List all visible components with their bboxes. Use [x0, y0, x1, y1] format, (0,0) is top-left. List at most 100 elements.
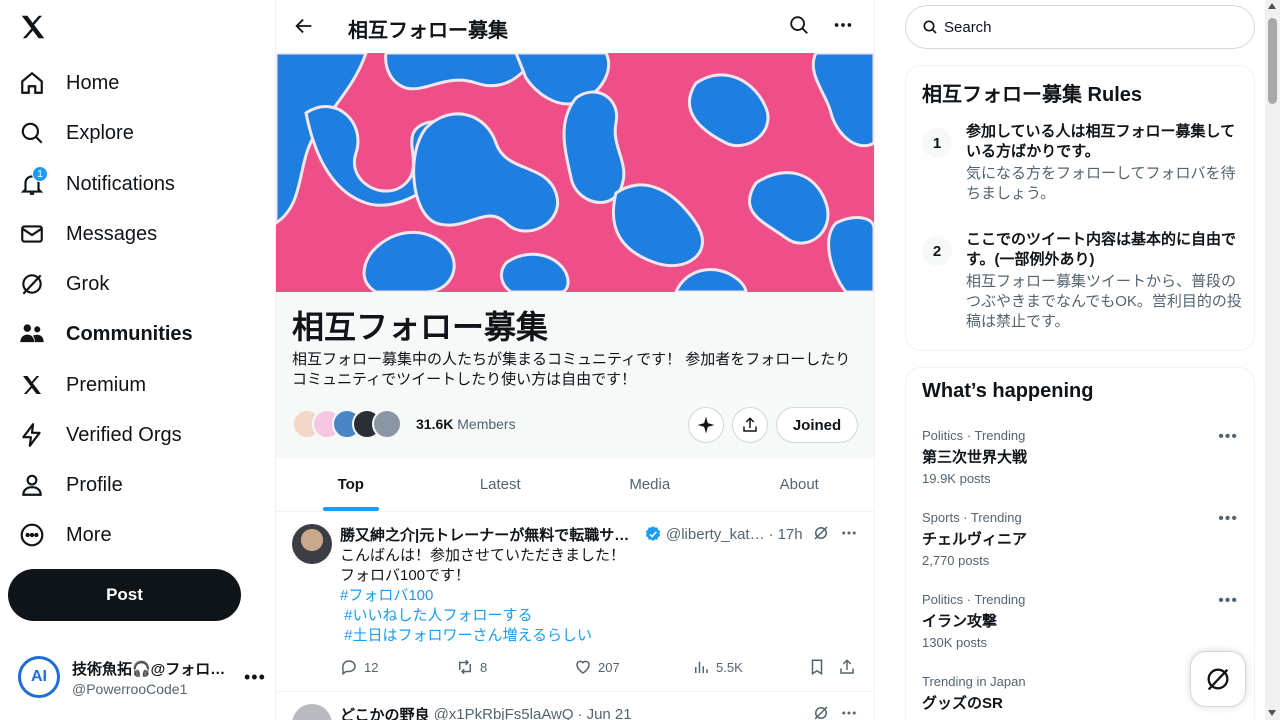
scrollbar[interactable] — [1265, 0, 1280, 720]
nav-grok-label: Grok — [66, 272, 110, 295]
lightning-icon — [18, 421, 46, 449]
left-sidebar: Home Explore 1 Notifications Messages Gr… — [0, 0, 276, 720]
tab-top[interactable]: Top — [276, 458, 426, 511]
nav-more[interactable]: More — [18, 512, 112, 558]
nav-explore-label: Explore — [66, 121, 134, 144]
rule-item: 1 参加している人は相互フォロー募集している方ばかりです。 気になる方をフォロー… — [922, 123, 1242, 228]
tweet-author-name[interactable]: どこかの野良 — [340, 704, 430, 720]
nav-notifications[interactable]: 1 Notifications — [18, 161, 175, 207]
hashtag-link[interactable]: #いいねした人フォローする — [340, 606, 860, 626]
trend-item[interactable]: Politics · Trending 第三次世界大戦 19.9K posts … — [922, 428, 1242, 486]
search-icon[interactable] — [788, 14, 810, 41]
bookmark-icon — [811, 659, 823, 676]
grok-summary-button[interactable] — [688, 407, 724, 443]
heart-icon — [576, 660, 590, 674]
nav-home[interactable]: Home — [18, 60, 119, 106]
tweet[interactable]: どこかの野良 @x1PkRbjFs5laAwQ · Jun 21 — [276, 692, 874, 720]
tweet-time[interactable]: Jun 21 — [587, 706, 632, 720]
trend-context: Politics · Trending — [922, 592, 1026, 607]
search-input[interactable] — [944, 18, 1224, 36]
more-horizontal-icon[interactable]: ••• — [1218, 510, 1238, 528]
grok-icon[interactable] — [812, 524, 830, 547]
tab-latest[interactable]: Latest — [426, 458, 576, 511]
trend-name: イラン攻撃 — [922, 613, 998, 630]
x-logo-icon[interactable] — [18, 12, 50, 44]
scroll-up-arrow-icon[interactable] — [1268, 3, 1276, 9]
avatar[interactable] — [292, 704, 332, 720]
community-banner — [276, 53, 874, 292]
share-button[interactable] — [732, 407, 768, 443]
tweet-time[interactable]: 17h — [778, 526, 803, 543]
joined-button[interactable]: Joined — [776, 407, 858, 443]
community-name: 相互フォロー募集 — [292, 309, 549, 345]
scrollbar-thumb[interactable] — [1268, 18, 1277, 104]
more-horizontal-icon[interactable] — [840, 524, 858, 547]
hashtag-link[interactable]: #フォロバ100 — [340, 586, 860, 606]
header: 相互フォロー募集 — [276, 0, 874, 53]
members-summary[interactable]: 31.6K Members — [292, 408, 516, 440]
scroll-down-arrow-icon[interactable] — [1268, 710, 1276, 716]
trend-item[interactable]: Sports · Trending チェルヴィニア 2,770 posts ••… — [922, 510, 1242, 568]
rule-title: 参加している人は相互フォロー募集している方ばかりです。 — [966, 123, 1236, 160]
verified-badge-icon — [645, 526, 661, 541]
person-icon — [18, 471, 46, 499]
search-icon — [18, 119, 46, 147]
tweet-author-handle[interactable]: @x1PkRbjFs5laAwQ — [434, 706, 574, 720]
nav-more-label: More — [66, 523, 112, 546]
more-horizontal-icon: ••• — [244, 666, 266, 687]
member-avatar — [372, 409, 402, 439]
avatar[interactable] — [292, 524, 332, 564]
trend-count: 19.9K posts — [922, 471, 991, 486]
grok-floating-button[interactable] — [1190, 651, 1246, 707]
rule-description: 気になる方をフォローしてフォロバを待ちましょう。 — [966, 165, 1236, 202]
search-box[interactable] — [905, 5, 1255, 49]
nav-messages[interactable]: Messages — [18, 211, 157, 257]
tweet[interactable]: 勝又紳之介|元トレーナーが無料で転職サポ… @liberty_kat… · 17… — [276, 512, 874, 692]
grok-icon[interactable] — [812, 704, 830, 720]
nav-grok[interactable]: Grok — [18, 261, 109, 307]
more-horizontal-icon[interactable]: ••• — [1218, 592, 1238, 610]
retweet-icon — [459, 659, 471, 675]
separator-dot: · — [768, 525, 774, 543]
share-button[interactable] — [838, 658, 856, 676]
rules-card: 相互フォロー募集 Rules 1 参加している人は相互フォロー募集している方ばか… — [905, 65, 1255, 351]
nav-explore[interactable]: Explore — [18, 110, 134, 156]
rule-item: 2 ここでのツイート内容は基本的に自由です。(一部例外あり) 相互フォロー募集ツ… — [922, 231, 1242, 346]
x-logo-icon — [18, 371, 46, 399]
nav-communities[interactable]: Communities — [18, 311, 193, 357]
tab-media[interactable]: Media — [575, 458, 725, 511]
trend-count: 2,770 posts — [922, 553, 990, 568]
reply-button[interactable]: 12 — [340, 658, 378, 676]
hashtag-link[interactable]: #土日はフォロワーさん増えるらしい — [340, 626, 860, 646]
right-sidebar: 相互フォロー募集 Rules 1 参加している人は相互フォロー募集している方ばか… — [875, 0, 1280, 720]
retweet-button[interactable]: 8 — [456, 658, 487, 676]
more-horizontal-icon[interactable] — [832, 14, 854, 41]
tweet-author-name[interactable]: 勝又紳之介|元トレーナーが無料で転職サポ… — [340, 524, 640, 545]
views-button[interactable]: 5.5K — [692, 658, 743, 676]
nav-premium[interactable]: Premium — [18, 362, 146, 408]
more-horizontal-icon[interactable]: ••• — [1218, 428, 1238, 446]
nav-verified-orgs[interactable]: Verified Orgs — [18, 412, 182, 458]
tweet-actions: 12 8 207 5.5K — [340, 658, 860, 680]
account-name: 技術魚拓🎧@フォロ… — [72, 660, 226, 678]
community-description: 相互フォロー募集中の人たちが集まるコミュニティです！ 参加者をフォローしたりコミ… — [292, 351, 851, 388]
mail-icon — [18, 220, 46, 248]
trend-context: Sports · Trending — [922, 510, 1022, 525]
tab-about[interactable]: About — [725, 458, 875, 511]
tweet-text: こんばんは！参加させていただきました！ フォロバ100です！ #フォロバ100 … — [340, 546, 860, 646]
avatar: AI — [18, 656, 60, 698]
account-switcher[interactable]: AI 技術魚拓🎧@フォロ… @PowerrooCode1 ••• — [18, 650, 268, 704]
like-button[interactable]: 207 — [574, 658, 620, 676]
more-horizontal-icon[interactable] — [840, 704, 858, 720]
trend-item[interactable]: Politics · Trending イラン攻撃 130K posts ••• — [922, 592, 1242, 650]
tweet-author-handle[interactable]: @liberty_kat… — [666, 526, 765, 543]
bookmark-button[interactable] — [808, 658, 826, 676]
community-tabs: Top Latest Media About — [276, 458, 874, 512]
nav-profile[interactable]: Profile — [18, 462, 123, 508]
grok-icon — [1207, 668, 1229, 691]
back-arrow-icon[interactable] — [290, 12, 318, 40]
reply-icon — [341, 660, 356, 676]
post-button[interactable]: Post — [8, 569, 241, 621]
sparkle-icon — [697, 416, 715, 434]
page-title: 相互フォロー募集 — [348, 20, 508, 42]
